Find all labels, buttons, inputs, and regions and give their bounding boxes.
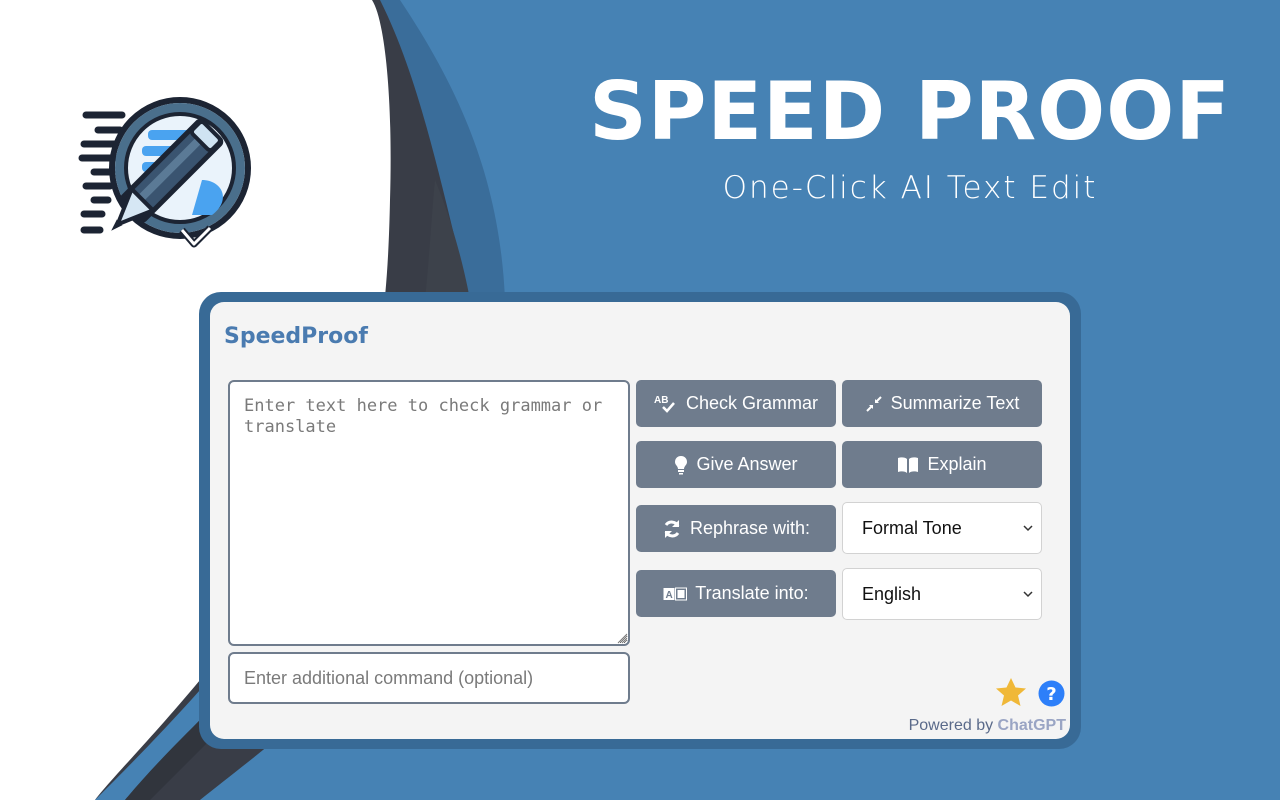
translate-language-select[interactable]: English bbox=[842, 568, 1042, 620]
svg-text:A: A bbox=[666, 590, 673, 601]
rephrase-tone-value: Formal Tone bbox=[862, 517, 962, 538]
rephrase-label: Rephrase with: bbox=[689, 518, 811, 538]
speedproof-logo-icon bbox=[78, 97, 251, 248]
explain-button[interactable]: Explain bbox=[842, 441, 1042, 488]
svg-text:?: ? bbox=[1046, 684, 1056, 705]
explain-label: Explain bbox=[927, 454, 987, 474]
give-answer-label: Give Answer bbox=[696, 454, 798, 474]
translate-button[interactable]: A Translate into: bbox=[636, 570, 836, 617]
check-grammar-label: Check Grammar bbox=[685, 393, 819, 413]
star-icon[interactable] bbox=[995, 677, 1027, 707]
powered-by-prefix: Powered by bbox=[908, 717, 998, 734]
powered-by-brand: ChatGPT bbox=[997, 717, 1066, 734]
translate-label: Translate into: bbox=[695, 583, 809, 603]
help-icon[interactable]: ? bbox=[1038, 680, 1065, 707]
powered-by-text: Powered by ChatGPT bbox=[909, 717, 1066, 735]
book-icon bbox=[897, 456, 919, 474]
rephrase-button[interactable]: Rephrase with: bbox=[636, 505, 836, 552]
compress-arrows-icon bbox=[865, 395, 883, 413]
hero-subtitle: One-Click AI Text Edit bbox=[722, 170, 1098, 206]
spellcheck-icon: AB bbox=[654, 394, 678, 414]
resize-handle-icon[interactable] bbox=[616, 632, 628, 644]
sync-icon bbox=[662, 519, 682, 539]
translate-icon: A bbox=[663, 587, 688, 601]
check-grammar-button[interactable]: AB Check Grammar bbox=[636, 380, 836, 427]
additional-command-input[interactable] bbox=[228, 652, 630, 704]
lightbulb-icon bbox=[674, 455, 688, 475]
svg-text:AB: AB bbox=[654, 395, 668, 406]
chevron-down-icon bbox=[1023, 591, 1033, 598]
speedproof-popup: SpeedProof AB Check Grammar Summarize Te… bbox=[210, 302, 1070, 739]
rephrase-tone-select[interactable]: Formal Tone bbox=[842, 502, 1042, 554]
translate-language-value: English bbox=[862, 583, 922, 604]
summarize-text-label: Summarize Text bbox=[890, 393, 1020, 413]
popup-title: SpeedProof bbox=[224, 324, 368, 349]
chevron-down-icon bbox=[1023, 525, 1033, 532]
main-text-input[interactable] bbox=[228, 380, 630, 646]
hero-title: SPEED PROOF bbox=[589, 65, 1231, 158]
give-answer-button[interactable]: Give Answer bbox=[636, 441, 836, 488]
summarize-text-button[interactable]: Summarize Text bbox=[842, 380, 1042, 427]
